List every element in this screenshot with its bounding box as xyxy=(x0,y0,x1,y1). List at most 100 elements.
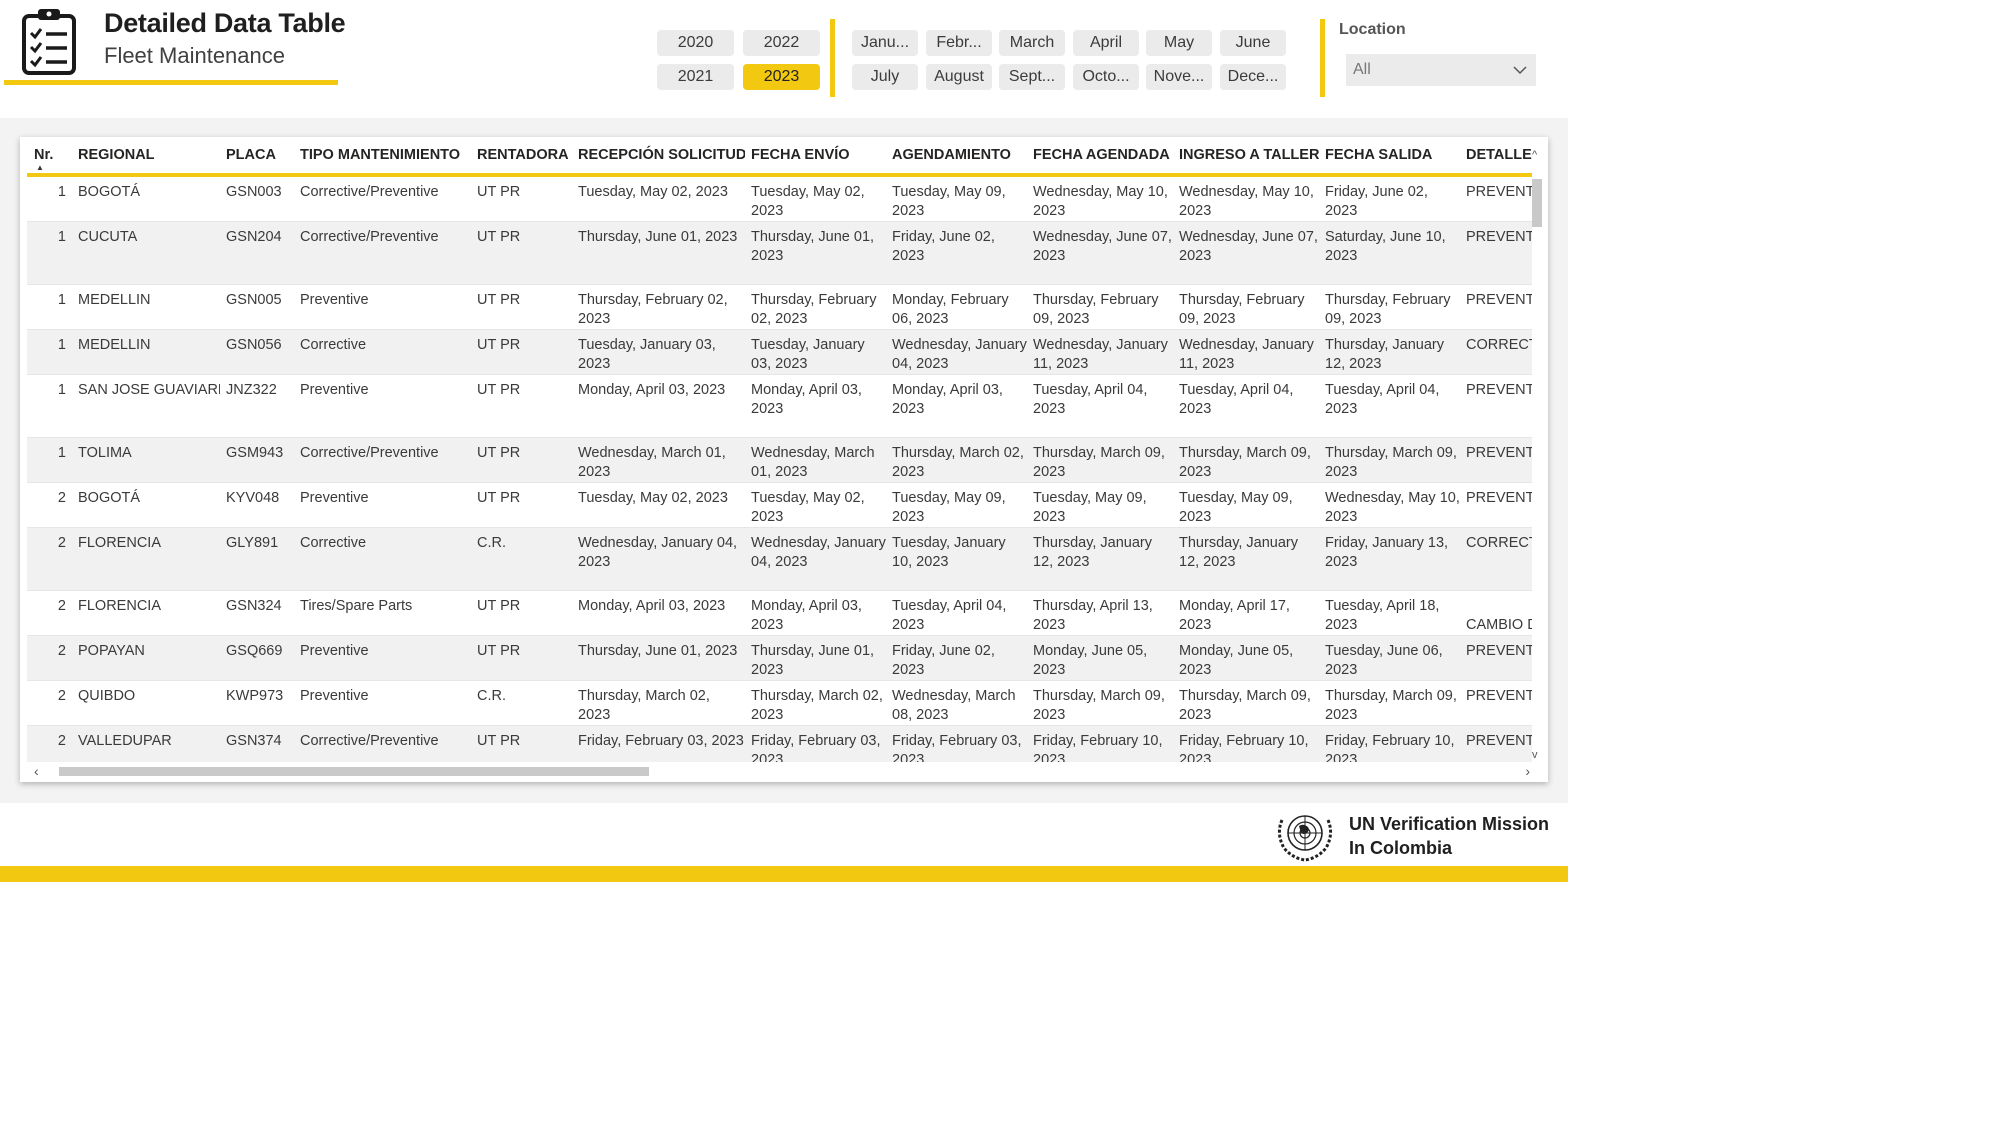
column-header[interactable]: AGENDAMIENTO xyxy=(886,137,1027,177)
location-dropdown[interactable]: All xyxy=(1346,54,1536,86)
table-cell: Friday, January 13, 2023 xyxy=(1319,527,1460,591)
table-cell: Thursday, June 01, 2023 xyxy=(572,221,745,285)
scroll-left-icon[interactable]: ‹ xyxy=(34,763,39,779)
scroll-down-icon[interactable]: v xyxy=(1532,749,1538,761)
table-row[interactable]: 2 FLORENCIA GSN324 Tires/Spare Parts UT PR Mo… xyxy=(27,590,1532,636)
table-cell: PREVENTI xyxy=(1460,284,1532,330)
table-viewport: Nr. ▲ REGIONAL PLACA TIPO MANTENIMIENTO R… xyxy=(27,137,1532,762)
table-cell: 1 xyxy=(27,175,72,222)
month-button-october[interactable]: Octo... xyxy=(1073,64,1139,90)
table-cell: Thursday, February 09, 2023 xyxy=(1027,284,1173,330)
month-button-august[interactable]: August xyxy=(926,64,992,90)
table-cell: Wednesday, June 07, 2023 xyxy=(1173,221,1319,285)
table-cell: Corrective xyxy=(294,329,471,375)
table-cell: CORRECTI xyxy=(1460,329,1532,375)
month-button-april[interactable]: April xyxy=(1073,30,1139,56)
table-cell: PREVENTI xyxy=(1460,175,1532,222)
table-cell: Preventive xyxy=(294,374,471,438)
month-button-june[interactable]: June xyxy=(1220,30,1286,56)
table-row[interactable]: 1 SAN JOSE GUAVIARE JNZ322 Preventive UT PR M… xyxy=(27,374,1532,438)
table-cell: Preventive xyxy=(294,635,471,681)
table-cell: 1 xyxy=(27,284,72,330)
table-cell: KYV048 xyxy=(220,482,294,528)
table-cell: Tuesday, May 09, 2023 xyxy=(1027,482,1173,528)
year-button-2023[interactable]: 2023 xyxy=(743,64,820,90)
column-header[interactable]: RENTADORA xyxy=(471,137,572,177)
table-cell: Thursday, January 12, 2023 xyxy=(1173,527,1319,591)
table-cell: Thursday, March 09, 2023 xyxy=(1027,437,1173,483)
table-cell: 2 xyxy=(27,725,72,762)
table-cell: Tuesday, May 02, 2023 xyxy=(572,482,745,528)
year-button-2020[interactable]: 2020 xyxy=(657,30,734,56)
column-header[interactable]: FECHA SALIDA xyxy=(1319,137,1460,177)
column-header[interactable]: TIPO MANTENIMIENTO xyxy=(294,137,471,177)
column-header[interactable]: REGIONAL xyxy=(72,137,220,177)
table-row[interactable]: 1 TOLIMA GSM943 Corrective/Preventive UT PR W… xyxy=(27,437,1532,483)
month-button-may[interactable]: May xyxy=(1146,30,1212,56)
table-cell: Wednesday, May 10, 2023 xyxy=(1319,482,1460,528)
month-button-january[interactable]: Janu... xyxy=(852,30,918,56)
table-row[interactable]: 2 FLORENCIA GLY891 Corrective C.R. Wednesday,… xyxy=(27,527,1532,591)
table-cell: UT PR xyxy=(471,284,572,330)
column-header[interactable]: DETALLE I xyxy=(1460,137,1532,177)
title-underline xyxy=(4,80,338,85)
horizontal-scroll-thumb[interactable] xyxy=(59,767,649,776)
table-row[interactable]: 1 MEDELLIN GSN056 Corrective UT PR Tuesday, J… xyxy=(27,329,1532,375)
horizontal-scrollbar[interactable]: ‹ › xyxy=(27,763,1532,779)
table-cell: GSM943 xyxy=(220,437,294,483)
table-row[interactable]: 1 BOGOTÁ GSN003 Corrective/Preventive UT PR T… xyxy=(27,175,1532,222)
column-header[interactable]: INGRESO A TALLER xyxy=(1173,137,1319,177)
month-button-november[interactable]: Nove... xyxy=(1146,64,1212,90)
year-button-2021[interactable]: 2021 xyxy=(657,64,734,90)
table-cell: Tuesday, May 02, 2023 xyxy=(745,175,886,222)
column-header-nr[interactable]: Nr. ▲ xyxy=(27,137,72,177)
table-cell: UT PR xyxy=(471,482,572,528)
table-cell: PREVENTI xyxy=(1460,725,1532,762)
year-button-2022[interactable]: 2022 xyxy=(743,30,820,56)
table-cell: Monday, February 06, 2023 xyxy=(886,284,1027,330)
divider-bar xyxy=(830,19,835,97)
table-row[interactable]: 2 BOGOTÁ KYV048 Preventive UT PR Tuesday, May… xyxy=(27,482,1532,528)
table-cell: Friday, February 03, 2023 xyxy=(572,725,745,762)
month-button-september[interactable]: Sept... xyxy=(999,64,1065,90)
month-button-december[interactable]: Dece... xyxy=(1220,64,1286,90)
table-cell: Wednesday, January 04, 2023 xyxy=(572,527,745,591)
table-cell: Monday, April 03, 2023 xyxy=(572,374,745,438)
column-header[interactable]: FECHA ENVÍO xyxy=(745,137,886,177)
table-cell: Monday, April 03, 2023 xyxy=(745,590,886,636)
table-cell: Tuesday, May 02, 2023 xyxy=(572,175,745,222)
scroll-up-icon[interactable]: ^ xyxy=(1532,149,1537,161)
table-cell: 1 xyxy=(27,374,72,438)
table-cell: Wednesday, May 10, 2023 xyxy=(1173,175,1319,222)
table-cell: UT PR xyxy=(471,635,572,681)
table-row[interactable]: 1 CUCUTA GSN204 Corrective/Preventive UT PR T… xyxy=(27,221,1532,285)
table-cell: Friday, February 10, 2023 xyxy=(1027,725,1173,762)
column-header[interactable]: FECHA AGENDADA xyxy=(1027,137,1173,177)
month-button-february[interactable]: Febr... xyxy=(926,30,992,56)
vertical-scroll-thumb[interactable] xyxy=(1532,179,1542,227)
table-cell: 2 xyxy=(27,635,72,681)
column-header[interactable]: RECEPCIÓN SOLICITUD xyxy=(572,137,745,177)
table-cell: GSN056 xyxy=(220,329,294,375)
table-cell: Tuesday, May 09, 2023 xyxy=(886,482,1027,528)
table-cell: Friday, June 02, 2023 xyxy=(1319,175,1460,222)
location-label: Location xyxy=(1339,21,1406,38)
table-row[interactable]: 1 MEDELLIN GSN005 Preventive UT PR Thursday, … xyxy=(27,284,1532,330)
table-cell: Wednesday, March 01, 2023 xyxy=(745,437,886,483)
table-cell: Corrective/Preventive xyxy=(294,175,471,222)
month-button-july[interactable]: July xyxy=(852,64,918,90)
table-cell: Preventive xyxy=(294,284,471,330)
table-cell: GSQ669 xyxy=(220,635,294,681)
table-row[interactable]: 2 VALLEDUPAR GSN374 Corrective/Preventive UT… xyxy=(27,725,1532,762)
table-cell: Thursday, March 09, 2023 xyxy=(1027,680,1173,726)
table-cell: VALLEDUPAR xyxy=(72,725,220,762)
month-button-march[interactable]: March xyxy=(999,30,1065,56)
table-cell: PREVENTI xyxy=(1460,221,1532,285)
column-header[interactable]: PLACA xyxy=(220,137,294,177)
vertical-scrollbar[interactable]: ^ v xyxy=(1532,149,1542,761)
scroll-right-icon[interactable]: › xyxy=(1525,763,1530,779)
table-row[interactable]: 2 POPAYAN GSQ669 Preventive UT PR Thursday, J… xyxy=(27,635,1532,681)
location-value: All xyxy=(1353,61,1371,78)
table-row[interactable]: 2 QUIBDO KWP973 Preventive C.R. Thursday, Mar… xyxy=(27,680,1532,726)
table-cell: Thursday, June 01, 2023 xyxy=(745,635,886,681)
